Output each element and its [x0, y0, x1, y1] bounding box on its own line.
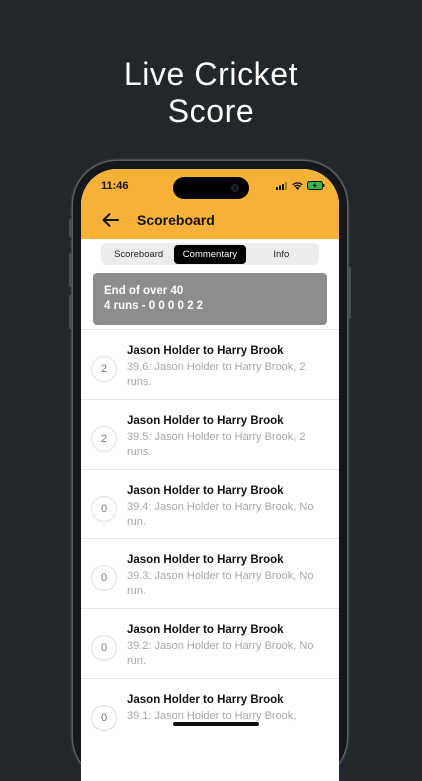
promo-headline-line1: Live Cricket: [123, 56, 299, 92]
commentary-description: 39.2: Jason Holder to Harry Brook, No ru…: [127, 640, 314, 668]
commentary-row[interactable]: 2 Jason Holder to Harry Brook 39.6: Jaso…: [81, 329, 339, 399]
tab-commentary[interactable]: Commentary: [174, 244, 246, 264]
commentary-title: Jason Holder to Harry Brook: [127, 345, 284, 357]
tab-info[interactable]: Info: [246, 245, 317, 264]
dynamic-island: [173, 177, 249, 199]
app-screen: 11:46 Scoreboard Scoreboard Commentary I…: [81, 169, 339, 781]
camera-icon: [231, 184, 239, 192]
runs-badge: 0: [91, 635, 117, 662]
app-header: 11:46 Scoreboard: [81, 169, 339, 239]
commentary-description: 39.5: Jason Holder to Harry Brook, 2 run…: [127, 430, 306, 458]
commentary-title: Jason Holder to Harry Brook: [127, 693, 284, 706]
signal-icon: [276, 181, 287, 190]
commentary-title: Jason Holder to Harry Brook: [127, 484, 284, 497]
runs-badge: 2: [91, 425, 117, 452]
commentary-title: Jason Holder to Harry Brook: [127, 554, 284, 567]
phone-side-button-left-2: [69, 253, 72, 287]
phone-side-button-right: [348, 267, 351, 319]
promo-headline-line2: Score: [167, 93, 255, 129]
commentary-title: Jason Holder to Harry Brook: [127, 414, 284, 427]
runs-badge: 0: [91, 495, 117, 522]
over-summary-title: End of over 40: [104, 285, 184, 297]
over-summary-card: End of over 40 4 runs - 0 0 0 0 2 2: [93, 273, 327, 325]
commentary-row[interactable]: 0 Jason Holder to Harry Brook 39.1: Jaso…: [81, 677, 339, 748]
runs-badge: 2: [91, 356, 117, 382]
status-icons: [276, 181, 325, 190]
wifi-icon: [292, 181, 303, 190]
promo-headline: Live Cricket Score: [0, 56, 422, 130]
commentary-description: 39.6: Jason Holder to Harry Brook, 2 run…: [127, 361, 306, 388]
phone-side-button-left-1: [69, 219, 72, 237]
commentary-row[interactable]: 0 Jason Holder to Harry Brook 39.4: Jaso…: [81, 468, 339, 539]
over-summary-runs: 4 runs - 0 0 0 0 2 2: [104, 300, 204, 312]
runs-badge: 0: [91, 565, 117, 592]
commentary-description: 39.3: Jason Holder to Harry Brook, No ru…: [127, 570, 314, 598]
runs-badge: 0: [91, 704, 117, 731]
home-indicator[interactable]: [173, 722, 259, 726]
commentary-row[interactable]: 0 Jason Holder to Harry Brook 39.3: Jaso…: [81, 538, 339, 608]
back-arrow-icon[interactable]: [101, 212, 119, 228]
phone-side-button-left-3: [69, 295, 72, 329]
phone-frame: 11:46 Scoreboard Scoreboard Commentary I…: [69, 161, 351, 781]
tab-scoreboard[interactable]: Scoreboard: [103, 245, 174, 264]
commentary-row[interactable]: 0 Jason Holder to Harry Brook 39.2: Jaso…: [81, 608, 339, 678]
commentary-list: 2 Jason Holder to Harry Brook 39.6: Jaso…: [81, 329, 339, 748]
tab-bar: Scoreboard Commentary Info: [101, 243, 319, 265]
status-time: 11:46: [101, 180, 129, 192]
commentary-row[interactable]: 2 Jason Holder to Harry Brook 39.5: Jaso…: [81, 398, 339, 469]
page-title: Scoreboard: [137, 212, 215, 228]
commentary-description: 39.4: Jason Holder to Harry Brook, No ru…: [127, 500, 314, 528]
commentary-title: Jason Holder to Harry Brook: [127, 624, 284, 637]
battery-charging-icon: [307, 181, 325, 190]
